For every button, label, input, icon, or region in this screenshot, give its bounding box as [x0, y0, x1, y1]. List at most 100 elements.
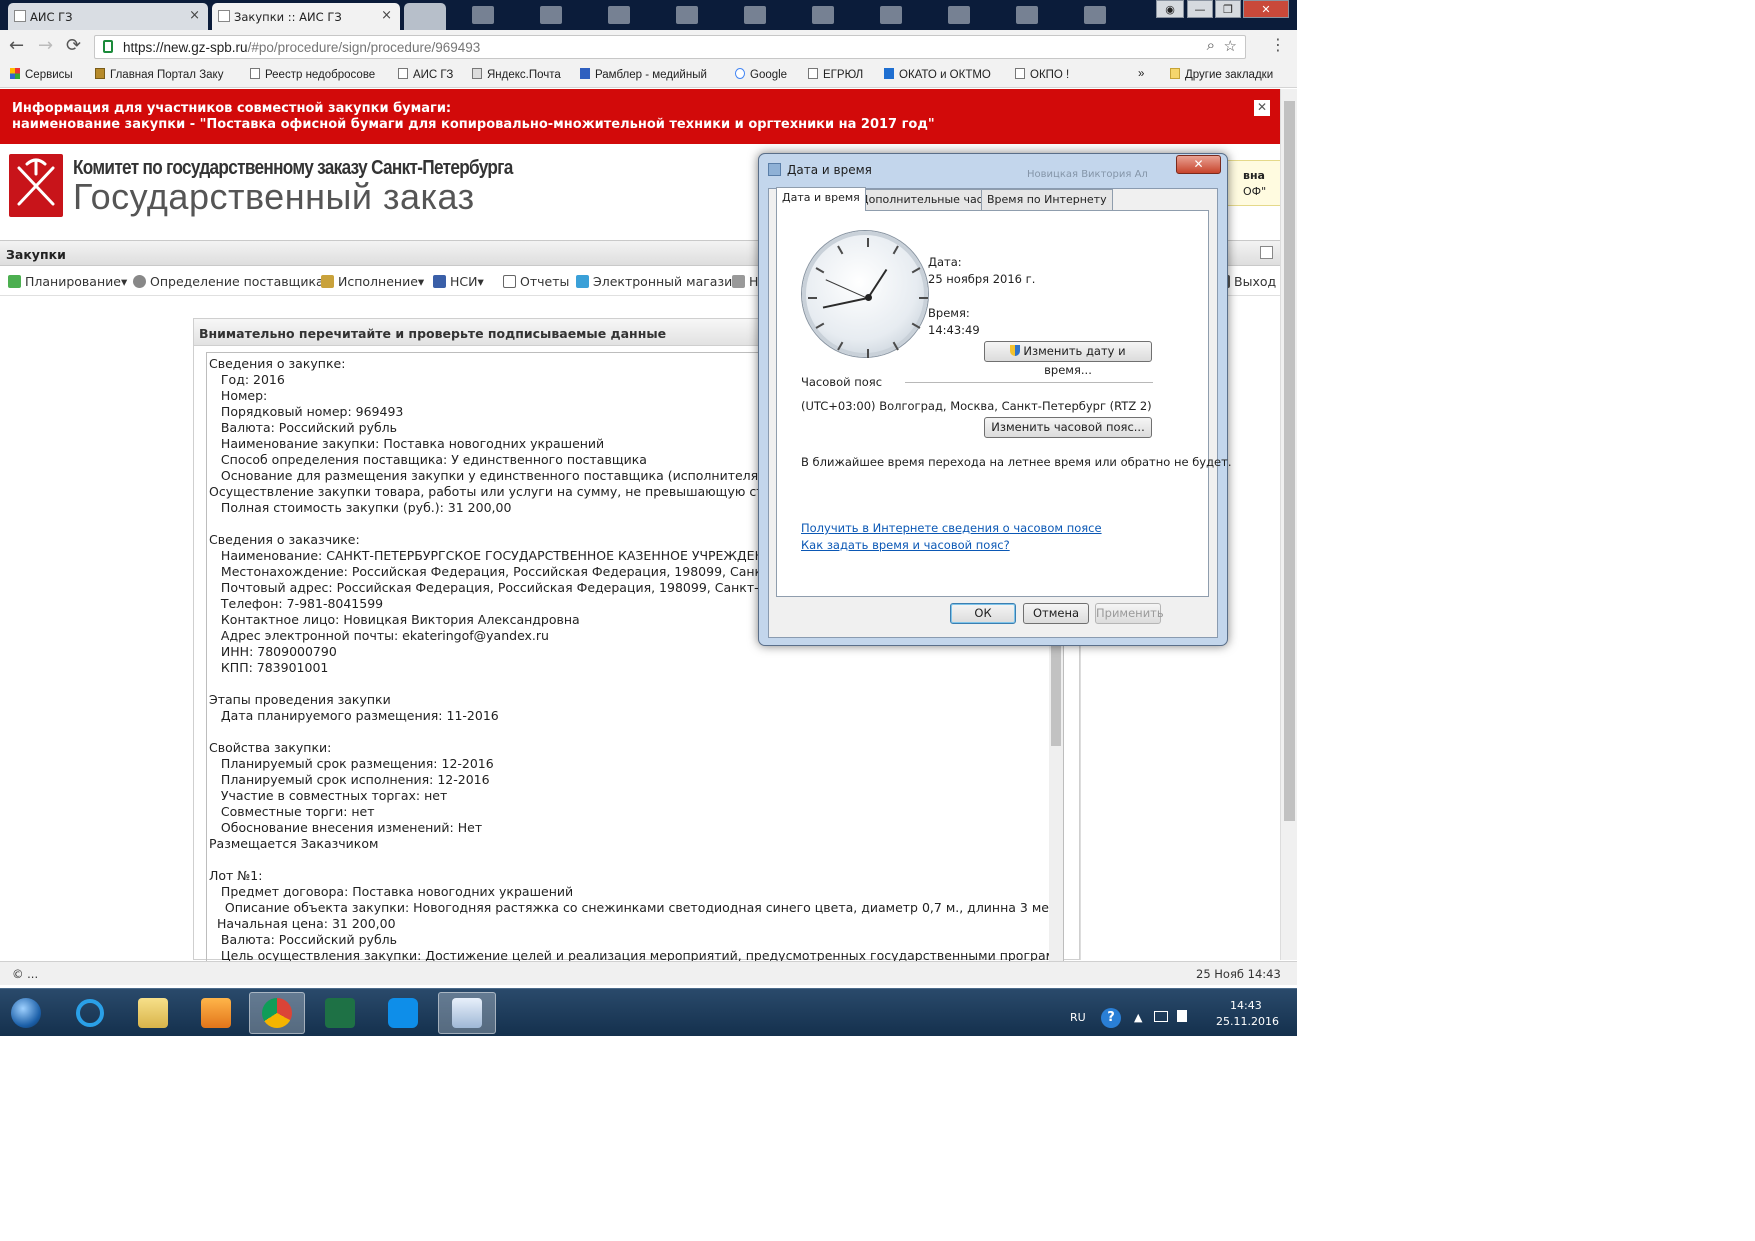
bookmark-item[interactable]: Реестр недобросове	[250, 68, 375, 81]
close-window-button[interactable]: ✕	[1243, 0, 1289, 18]
text-line: Планируемый срок размещения: 12-2016	[209, 756, 494, 771]
tray-expand-icon[interactable]: ▲	[1134, 1011, 1142, 1024]
bookmark-item[interactable]: Google	[735, 68, 787, 81]
tab-additional-clocks[interactable]: Дополнительные часы	[854, 189, 998, 210]
taskbar-explorer[interactable]	[125, 992, 181, 1034]
menu-reports[interactable]: Отчеты	[503, 274, 569, 289]
bookmark-item[interactable]: Сервисы	[10, 68, 73, 81]
tab-ais-gz[interactable]: АИС ГЗ ×	[8, 3, 208, 30]
report-icon	[503, 275, 516, 288]
menu-eshop[interactable]: Электронный магазин	[576, 274, 740, 289]
other-bookmarks[interactable]: Другие закладки	[1170, 68, 1273, 81]
page-scrollbar[interactable]	[1280, 89, 1297, 960]
planning-icon	[8, 275, 21, 288]
status-bar: © ... 25 Нояб 14:43	[0, 961, 1297, 985]
tab-label: Закупки :: АИС ГЗ	[234, 9, 342, 24]
tab-date-time[interactable]: Дата и время	[776, 187, 866, 211]
lock-icon	[103, 40, 113, 53]
change-datetime-button[interactable]: Изменить дату и время...	[984, 341, 1152, 377]
taskbar-media-player[interactable]	[188, 992, 244, 1034]
bookmark-star-icon[interactable]: ☆	[1224, 37, 1237, 55]
spb-emblem-icon	[9, 154, 63, 217]
bookmark-item[interactable]: Рамблер - медийный	[580, 68, 707, 81]
apply-button[interactable]: Применить	[1095, 603, 1164, 624]
taskbar-chrome[interactable]	[249, 992, 305, 1034]
excel-icon	[325, 998, 355, 1028]
url-path: /#po/procedure/sign/procedure/969493	[247, 39, 481, 55]
clock-tick	[867, 349, 869, 358]
change-timezone-button[interactable]: Изменить часовой пояс...	[984, 417, 1152, 438]
close-tab-icon[interactable]: ×	[381, 8, 392, 23]
clock-tick	[892, 341, 899, 351]
bookmark-item[interactable]: ОКАТО и ОКТМО	[884, 68, 991, 81]
text-line: Совместные торги: нет	[209, 804, 375, 819]
text-line: Лот №1:	[209, 868, 263, 883]
date-time-dialog: Дата и время Новицкая Виктория Ал ✕ Дата…	[758, 153, 1231, 646]
rambler-icon	[580, 68, 590, 79]
bookmark-item[interactable]: ЕГРЮЛ	[808, 68, 863, 81]
text-line: Свойства закупки:	[209, 740, 332, 755]
menu-truncated[interactable]: Н	[732, 274, 758, 289]
status-datetime: 25 Нояб 14:43	[1196, 967, 1281, 981]
clock-tick	[815, 267, 825, 274]
text-line: Описание объекта закупки: Новогодняя рас…	[209, 900, 1064, 915]
analog-clock	[802, 231, 928, 358]
ok-button[interactable]: ОК	[950, 603, 1016, 624]
help-link[interactable]: Как задать время и часовой пояс?	[801, 538, 1010, 552]
language-indicator[interactable]: RU	[1070, 1011, 1086, 1024]
tool-icon	[732, 275, 745, 288]
tab-panel: Дата: 25 ноября 2016 г. Время: 14:43:49 …	[776, 210, 1231, 597]
tab-internet-time[interactable]: Время по Интернету	[981, 189, 1113, 210]
close-dialog-button[interactable]: ✕	[1176, 155, 1221, 174]
user-info-box[interactable]: вна ОФ"	[1222, 160, 1282, 206]
menu-supplier[interactable]: Определение поставщика▾	[133, 274, 330, 289]
tz-info-link[interactable]: Получить в Интернете сведения о часовом …	[801, 521, 1102, 535]
network-icon[interactable]	[1154, 1011, 1168, 1022]
clock-tick	[815, 322, 825, 329]
start-button[interactable]	[0, 992, 52, 1034]
bookmark-item[interactable]: Главная Портал Заку	[95, 68, 223, 81]
menu-execution[interactable]: Исполнение▾	[321, 274, 424, 289]
menu-planning[interactable]: Планирование▾	[8, 274, 127, 289]
bookmark-item[interactable]: Яндекс.Почта	[472, 68, 561, 81]
minimize-button[interactable]: —	[1187, 0, 1213, 18]
taskbar-datetime[interactable]	[438, 992, 496, 1034]
close-tab-icon[interactable]: ×	[189, 8, 200, 23]
text-line: КПП: 783901001	[209, 660, 329, 675]
tray-time[interactable]: 14:43	[1230, 999, 1262, 1012]
forward-icon[interactable]: →	[38, 35, 53, 56]
collapse-icon[interactable]	[1260, 246, 1273, 259]
bookmark-item[interactable]: АИС ГЗ	[398, 68, 453, 81]
back-icon[interactable]: ←	[9, 35, 24, 56]
profile-icon[interactable]: ◉	[1156, 0, 1184, 18]
bookmark-item[interactable]: ОКПО !	[1015, 68, 1069, 81]
address-bar[interactable]: https://new.gz-spb.ru/#po/procedure/sign…	[94, 35, 1246, 59]
text-line: Начальная цена: 31 200,00	[209, 916, 396, 931]
taskbar-teamviewer[interactable]	[375, 992, 431, 1034]
page-icon	[218, 10, 230, 22]
new-tab-button[interactable]	[404, 3, 446, 30]
folder-icon	[138, 998, 168, 1028]
chrome-icon	[262, 998, 292, 1028]
reload-icon[interactable]: ⟳	[66, 35, 81, 56]
dialog-title: Дата и время	[787, 163, 872, 177]
volume-icon[interactable]	[1177, 1010, 1187, 1022]
bookmarks-overflow-icon[interactable]: »	[1138, 68, 1144, 80]
chevron-down-icon: ▾	[417, 274, 425, 289]
text-line: ИНН: 7809000790	[209, 644, 337, 659]
tab-zakupki[interactable]: Закупки :: АИС ГЗ ×	[212, 3, 400, 30]
logout-button[interactable]: Выход	[1224, 274, 1276, 289]
help-icon[interactable]: ?	[1101, 1008, 1121, 1028]
menu-nsi[interactable]: НСИ▾	[433, 274, 484, 289]
text-line: Этапы проведения закупки	[209, 692, 391, 707]
text-line: Размещается Заказчиком	[209, 836, 379, 851]
tray-date[interactable]: 25.11.2016	[1216, 1015, 1279, 1028]
taskbar-excel[interactable]	[312, 992, 368, 1034]
cancel-button[interactable]: Отмена	[1023, 603, 1089, 624]
scrollbar-thumb[interactable]	[1284, 101, 1295, 821]
taskbar-ie[interactable]	[62, 992, 118, 1034]
maximize-button[interactable]: ❐	[1215, 0, 1241, 18]
zoom-icon[interactable]: ⌕	[1207, 37, 1215, 54]
close-banner-icon[interactable]: ✕	[1254, 100, 1270, 116]
browser-menu-icon[interactable]: ⋮	[1270, 35, 1286, 54]
